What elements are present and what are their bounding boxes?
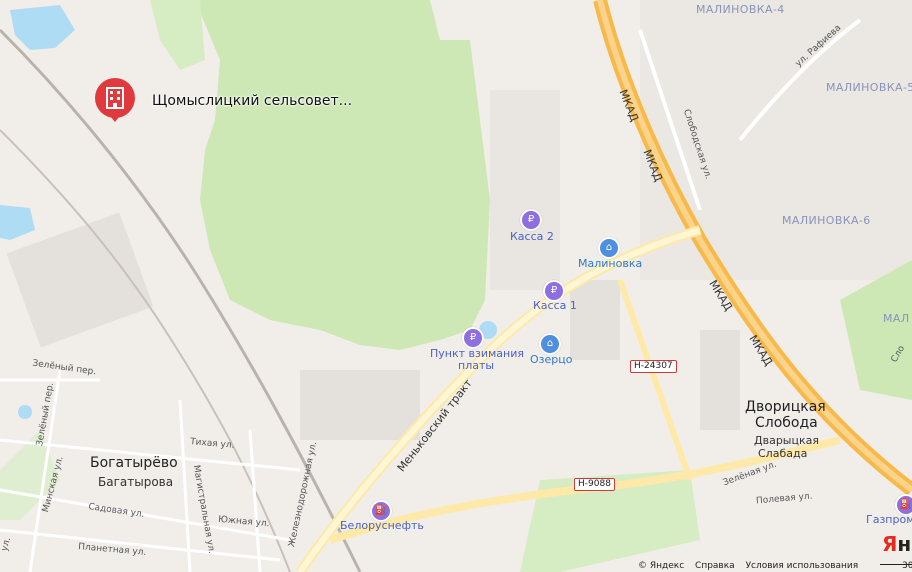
poi-toll-icon[interactable]: ₽: [462, 327, 484, 349]
district-malinovka-4: МАЛИНОВКА-4: [696, 3, 785, 16]
poi-malinovka-label[interactable]: Малиновка: [578, 258, 642, 269]
place-dvorishche-by-line2: Слабада: [758, 447, 808, 460]
poi-toll-label-line1[interactable]: Пункт взимания: [430, 348, 524, 359]
forest-area: [195, 0, 490, 350]
place-dvorishche-line2[interactable]: Слобода: [755, 416, 818, 430]
place-bogatyrevo[interactable]: Богатырёво: [90, 456, 178, 470]
place-bogatyrova: Багатырова: [98, 475, 174, 489]
district-malinovka-6: МАЛИНОВКА-6: [782, 214, 871, 227]
industrial-area-right: [570, 280, 620, 360]
industrial-area-dvorishche: [700, 330, 740, 430]
copyright-link[interactable]: © Яндекс: [638, 561, 684, 571]
district-malinovka-5: МАЛИНОВКА-5: [826, 81, 912, 94]
poi-toll-label-line2[interactable]: платы: [458, 360, 494, 371]
pond-small: [18, 405, 32, 419]
marker-title[interactable]: Щомыслицкий сельсовет...: [152, 93, 352, 109]
location-pin-icon[interactable]: [92, 78, 138, 124]
poi-kassa2-label[interactable]: Касса 2: [510, 231, 554, 242]
district-maly: МАЛ: [883, 312, 910, 325]
poi-ozertso-label[interactable]: Озерцо: [530, 354, 572, 365]
place-dvorishche-line1[interactable]: Дворицкая: [745, 400, 826, 414]
poi-malinovka-shop-icon[interactable]: ⌂: [598, 237, 620, 259]
poi-kassa1-label[interactable]: Касса 1: [533, 300, 577, 311]
poi-gazprom-label[interactable]: Газпром: [866, 514, 912, 525]
scale-label: 30: [902, 561, 912, 571]
terms-link[interactable]: Условия использования: [746, 561, 859, 571]
map-footer: © Яндекс Справка Условия использования: [638, 561, 866, 572]
help-link[interactable]: Справка: [695, 561, 735, 571]
yandex-logo[interactable]: Янд: [882, 532, 912, 556]
road-shield-n9088: Н-9088: [574, 478, 615, 491]
road-shield-n24307: Н-24307: [630, 360, 677, 373]
poi-ozertso-icon[interactable]: ⌂: [539, 333, 561, 355]
poi-belorusneft-label[interactable]: Белоруснефть: [340, 520, 424, 531]
logo-letter: Я: [882, 532, 898, 556]
industrial-area-kassa: [490, 90, 560, 290]
logo-rest: нд: [897, 532, 912, 556]
place-dvorishche-by-line1: Дварыцкая: [754, 434, 819, 447]
industrial-area-center: [300, 370, 420, 440]
poi-kassa2-icon[interactable]: ₽: [520, 209, 542, 231]
